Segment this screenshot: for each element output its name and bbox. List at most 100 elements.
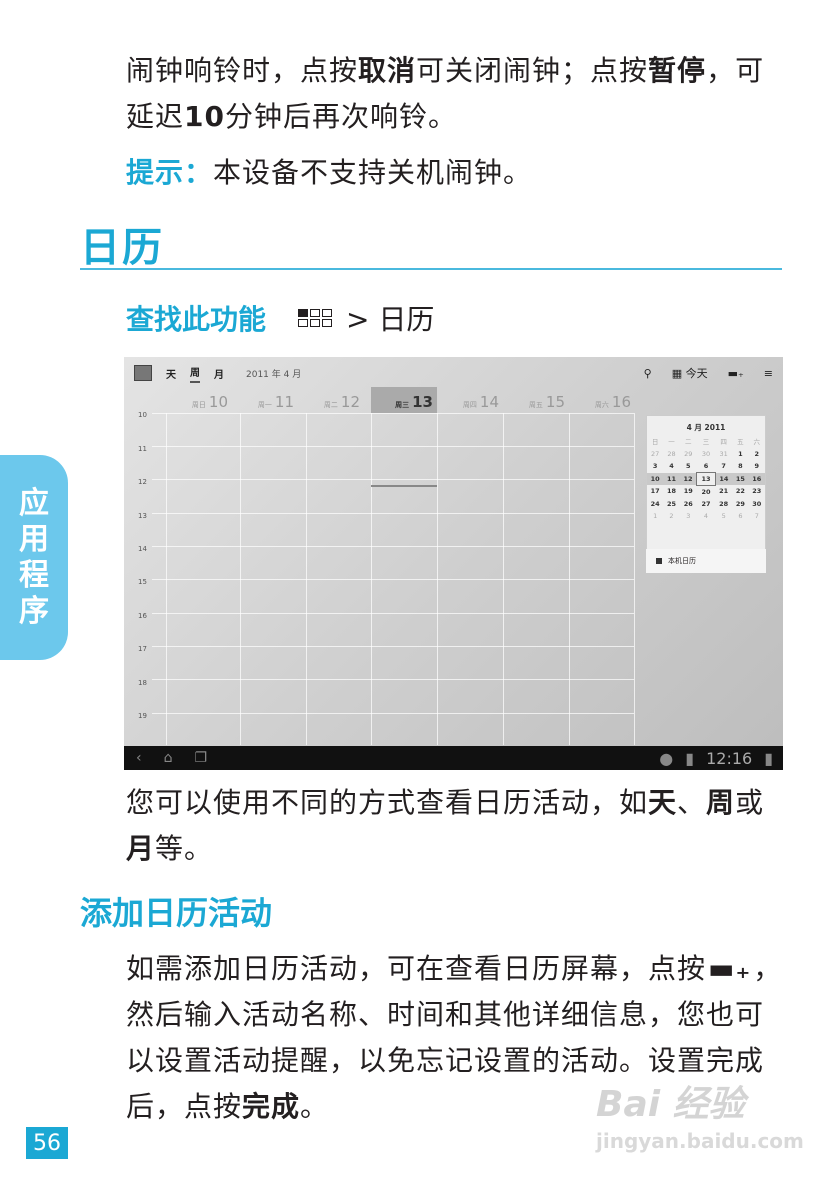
weekday: 二 [685, 438, 692, 447]
text: 可关闭闹钟；点按 [416, 54, 649, 87]
date-cell[interactable]: 19 [680, 485, 697, 498]
recent-apps-icon[interactable]: ❐ [195, 750, 208, 766]
mini-calendar[interactable]: 4 月 2011 日 一 二 三 四 五 六 27 28 29 30 31 1 … [646, 415, 766, 569]
weekday: 三 [702, 438, 710, 447]
my-calendar-item[interactable]: 本机日历 [646, 549, 766, 573]
date-cell[interactable]: 29 [680, 448, 697, 461]
subsection-title: 添加日历活动 [80, 894, 273, 932]
date-cell[interactable]: 4 [697, 510, 715, 523]
date-cell[interactable]: 6 [697, 460, 715, 473]
tip: 提示：本设备不支持关机闹钟。 [126, 150, 786, 196]
date-cell[interactable]: 2 [749, 448, 765, 461]
date-cell[interactable]: 3 [680, 510, 697, 523]
day-header[interactable]: 周二 12 [298, 393, 364, 413]
day-header[interactable]: 周一 11 [232, 393, 298, 413]
menu-icon[interactable]: ≡ [764, 367, 773, 380]
tab-week[interactable]: 周 [190, 364, 200, 383]
mini-calendar-grid: 日 一 二 三 四 五 六 27 28 29 30 31 1 2 3 4 5 6… [647, 435, 765, 523]
date-cell[interactable]: 22 [732, 485, 748, 498]
bold-month: 月 [126, 832, 156, 865]
date-cell[interactable]: 1 [647, 510, 663, 523]
date-cell[interactable]: 30 [749, 498, 765, 511]
bold-snooze: 暂停 [648, 54, 707, 87]
grid-line [503, 413, 504, 745]
bold-week: 周 [706, 786, 736, 819]
chapter-char: 用 [19, 521, 49, 557]
date-cell[interactable]: 27 [697, 498, 715, 511]
date-cell[interactable]: 3 [647, 460, 663, 473]
weekday-row: 日 一 二 三 四 五 六 [647, 435, 765, 448]
date-cell[interactable]: 8 [732, 460, 748, 473]
day-num: 11 [274, 393, 294, 411]
back-icon[interactable]: ‹ [136, 750, 142, 766]
weekday: 一 [668, 438, 675, 447]
my-calendar-label: 本机日历 [668, 557, 696, 565]
date-cell[interactable]: 5 [715, 510, 732, 523]
day-name: 周日 [191, 401, 206, 409]
date-cell[interactable]: 2 [663, 510, 679, 523]
date-cell[interactable]: 10 [647, 472, 664, 485]
add-event-icon[interactable]: ▬₊ [728, 367, 744, 380]
date-cell[interactable]: 6 [732, 510, 748, 523]
date-cell[interactable]: 9 [749, 460, 765, 473]
date-cell[interactable]: 20 [697, 485, 715, 498]
date-cell[interactable]: 12 [679, 472, 697, 485]
system-navbar: ‹ ⌂ ❐ ● ▮ 12:16 ▮ [124, 746, 783, 770]
date-cell[interactable]: 4 [663, 460, 679, 473]
date-cell[interactable]: 5 [680, 460, 697, 473]
date-cell[interactable]: 7 [749, 510, 765, 523]
tab-month[interactable]: 月 [214, 366, 224, 381]
hour-label: 15 [138, 578, 147, 586]
chapter-char: 应 [19, 485, 49, 521]
date-cell[interactable]: 29 [732, 498, 748, 511]
date-cell[interactable]: 7 [715, 460, 732, 473]
tab-day[interactable]: 天 [166, 366, 176, 381]
chapter-char: 程 [19, 557, 49, 593]
status-clock: 12:16 [706, 748, 753, 768]
date-cell[interactable]: 21 [715, 485, 732, 498]
today-button[interactable]: ▦ 今天 [672, 365, 708, 381]
date-cell[interactable]: 1 [732, 448, 748, 461]
calendar-color-swatch [656, 558, 662, 564]
day-num: 15 [545, 393, 565, 411]
home-icon[interactable]: ⌂ [164, 750, 173, 766]
date-cell[interactable]: 15 [732, 472, 749, 485]
section-title: 日历 [80, 225, 164, 271]
text: 、 [677, 786, 707, 819]
date-cell[interactable]: 24 [647, 498, 663, 511]
date-cell[interactable]: 28 [663, 448, 679, 461]
find-label: 查找此功能 [126, 303, 267, 336]
android-icon: ● [659, 748, 674, 768]
calendar-app-icon [134, 365, 152, 381]
date-cell[interactable]: 16 [748, 472, 765, 485]
day-header[interactable]: 周四 14 [437, 393, 503, 413]
tip-text: 本设备不支持关机闹钟。 [213, 156, 533, 189]
bold-day: 天 [648, 786, 678, 819]
date-cell[interactable]: 28 [715, 498, 732, 511]
date-cell[interactable]: 25 [663, 498, 679, 511]
date-cell[interactable]: 23 [749, 485, 765, 498]
day-header-today[interactable]: 周三 13 [371, 387, 437, 413]
text: 分钟后再次响铃。 [224, 100, 457, 133]
date-cell[interactable]: 14 [715, 472, 733, 485]
day-header[interactable]: 周日 10 [166, 393, 232, 413]
grid-line [634, 413, 635, 745]
tip-label: 提示： [126, 156, 214, 189]
date-cell[interactable]: 30 [697, 448, 715, 461]
date-cell[interactable]: 17 [647, 485, 663, 498]
hour-label: 10 [138, 411, 147, 419]
grid-line [152, 579, 634, 580]
search-icon[interactable]: ⚲ [644, 367, 652, 380]
date-cell-today[interactable]: 13 [696, 472, 716, 486]
date-cell[interactable]: 26 [680, 498, 697, 511]
day-header[interactable]: 周五 15 [503, 393, 569, 413]
date-cell[interactable]: 11 [663, 472, 680, 485]
day-header[interactable]: 周六 16 [569, 393, 635, 413]
apps-grid-icon [298, 309, 333, 327]
date-cell[interactable]: 18 [663, 485, 679, 498]
chapter-char: 序 [19, 593, 49, 629]
text: 闹钟响铃时，点按 [126, 54, 359, 87]
week-row: 3 4 5 6 7 8 9 [647, 460, 765, 473]
date-cell[interactable]: 27 [647, 448, 663, 461]
date-cell[interactable]: 31 [715, 448, 732, 461]
